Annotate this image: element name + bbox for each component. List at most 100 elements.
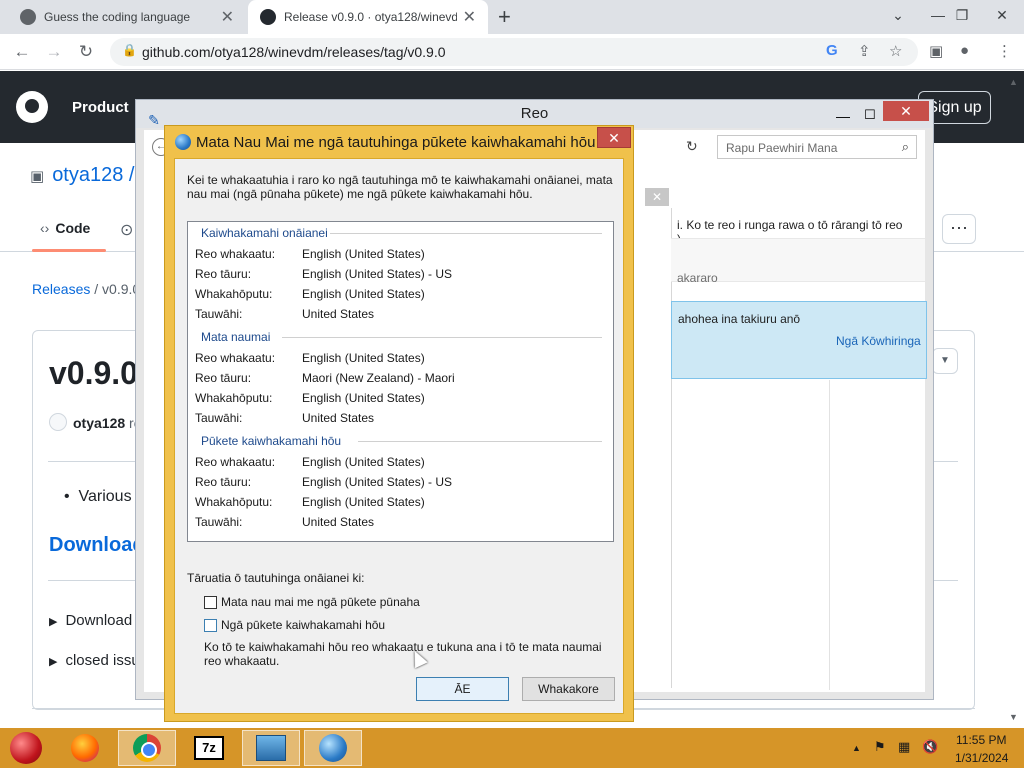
start-orb-icon[interactable] [10, 732, 42, 764]
firefox-icon [71, 734, 99, 762]
lock-icon[interactable]: 🔒 [122, 43, 137, 57]
release-title: v0.9.0 [49, 355, 138, 391]
back-arrow-icon[interactable]: ← [8, 38, 36, 66]
tab-winevdm-release[interactable]: Release v0.9.0 · otya128/winevdm ✕ [248, 0, 488, 34]
close-button[interactable]: ✕ [883, 101, 929, 121]
row-label: Reo whakaatu: [195, 247, 276, 261]
list-item[interactable]: ahohea ina takiuru anō Ngā Kōwhiringa [671, 301, 927, 379]
dialog-title: Mata Nau Mai me ngā tautuhinga pūkete ka… [196, 134, 596, 151]
cancel-button[interactable]: Whakakore [522, 677, 615, 701]
tab-guess-coding-language[interactable]: Guess the coding language ✕ [8, 0, 246, 34]
row-value: English (United States) [302, 247, 425, 261]
row-value: English (United States) [302, 287, 425, 301]
clock-date[interactable]: 1/31/2024 [955, 751, 1008, 765]
scrollbar-down-arrow-icon[interactable]: ▼ [1009, 712, 1018, 722]
row-value: United States [302, 515, 375, 529]
divider [358, 441, 602, 442]
new-tab-button[interactable]: + [498, 4, 511, 30]
row-value: English (United States) - US [302, 475, 453, 489]
copy-settings-label: Tāruatia ō tautuhinga onāianei ki: [187, 571, 365, 585]
address-bar[interactable]: 🔒 github.com/otya128/winevdm/releases/ta… [110, 38, 918, 66]
close-tab-icon[interactable]: ✕ [463, 7, 476, 27]
row-label: Reo tāuru: [195, 475, 252, 489]
issues-icon[interactable]: ⊙ [120, 220, 133, 240]
refresh-icon[interactable]: ↻ [686, 138, 698, 155]
avatar[interactable] [49, 413, 67, 431]
settings-summary-box: Kaiwhakamahi onāianei Reo whakaatu: Engl… [187, 221, 614, 542]
close-tab-icon[interactable]: ✕ [221, 7, 234, 27]
profile-avatar-icon[interactable]: ● [960, 42, 969, 59]
triangle-right-icon: ▶ [49, 656, 58, 668]
repo-title: ▣ otya128 / [30, 164, 134, 187]
repo-owner-link[interactable]: otya128 / [52, 164, 134, 186]
row-value: English (United States) [302, 351, 425, 365]
new-user-accounts-checkbox-label[interactable]: Ngā pūkete kaiwhakamahi hōu [221, 618, 385, 632]
search-icon[interactable]: ⌕ [902, 139, 909, 155]
close-button[interactable]: ✕ [597, 127, 631, 148]
release-options-dropdown[interactable]: ▼ [932, 348, 958, 374]
row-value: United States [302, 307, 375, 321]
github-logo-icon[interactable] [16, 91, 48, 123]
group-heading-current-user: Kaiwhakamahi onāianei [201, 226, 328, 240]
maximize-button[interactable]: ☐ [864, 101, 876, 129]
welcome-screen-checkbox-label[interactable]: Mata nau mai me ngā pūkete pūnaha [221, 595, 420, 609]
chrome-icon [133, 734, 161, 762]
breadcrumb: Releases / v0.9.0 [32, 281, 140, 297]
tray-chevron-up-icon[interactable]: ▲ [852, 743, 861, 753]
restore-button[interactable]: ❐ [942, 0, 982, 30]
action-center-flag-icon[interactable]: ⚑ [874, 739, 886, 755]
tab-code-label: Code [55, 220, 91, 236]
scrollbar-up-arrow-icon[interactable]: ▲ [1009, 77, 1018, 87]
browser-tab-strip: Guess the coding language ✕ Release v0.9… [0, 0, 1024, 34]
tab-search-button[interactable]: ⌄ [878, 0, 918, 30]
row-label: Whakahōputu: [195, 287, 273, 301]
globe-icon [20, 9, 36, 25]
closed-issues-toggle[interactable]: ▶ closed issu [49, 652, 140, 669]
network-icon[interactable]: ▦ [898, 739, 910, 755]
taskbar-7zip[interactable]: 7z [180, 730, 238, 766]
volume-muted-icon[interactable]: 🔇 [922, 739, 938, 755]
breadcrumb-releases[interactable]: Releases [32, 281, 90, 297]
close-window-button[interactable]: ✕ [982, 0, 1022, 30]
download-details-toggle[interactable]: ▶ Download [49, 612, 132, 629]
row-label: Reo whakaatu: [195, 455, 276, 469]
new-user-accounts-checkbox[interactable] [204, 619, 217, 632]
taskbar-control-panel[interactable] [242, 730, 300, 766]
row-label: Tauwāhi: [195, 307, 243, 321]
side-panel-icon[interactable]: ▣ [929, 42, 943, 60]
taskbar: 7z [0, 728, 1024, 768]
google-lens-icon[interactable]: G [826, 42, 838, 59]
nav-product[interactable]: Product [72, 99, 129, 116]
downloads-heading: Download [49, 534, 145, 556]
close-icon[interactable]: ✕ [645, 188, 669, 206]
minimize-button[interactable]: — [836, 102, 850, 130]
share-icon[interactable]: ⇪ [858, 42, 871, 60]
taskbar-firefox[interactable] [56, 730, 114, 766]
menu-kebab-icon[interactable]: ⋮ [997, 42, 1012, 60]
reload-icon[interactable]: ↻ [72, 38, 100, 66]
release-author[interactable]: otya128 re [73, 415, 142, 431]
ok-button[interactable]: ĀE [416, 677, 509, 701]
dialog-body: Kei te whakaatuhia i raro ko ngā tautuhi… [174, 158, 624, 714]
forward-arrow-icon[interactable]: → [40, 38, 68, 66]
regional-settings-icon [319, 734, 347, 762]
reo-window-titlebar[interactable]: ✎ Reo — ☐ ✕ [136, 100, 933, 128]
row-value: English (United States) [302, 391, 425, 405]
row-label: Reo whakaatu: [195, 351, 276, 365]
row-value: Maori (New Zealand) - Maori [302, 371, 455, 385]
search-input[interactable]: Rapu Paewhiri Mana ⌕ [717, 135, 917, 159]
row-value: English (United States) - US [302, 267, 453, 281]
taskbar-regional-settings[interactable] [304, 730, 362, 766]
row-label: Reo tāuru: [195, 371, 252, 385]
taskbar-chrome[interactable] [118, 730, 176, 766]
welcome-screen-checkbox[interactable] [204, 596, 217, 609]
divider [829, 380, 830, 690]
tab-code[interactable]: ‹› Code [40, 220, 90, 236]
more-tabs-button[interactable]: ··· [942, 214, 976, 244]
bookmark-star-icon[interactable]: ☆ [889, 42, 902, 60]
github-icon [260, 9, 276, 25]
tab-active-underline [32, 249, 106, 252]
dialog-titlebar[interactable]: Mata Nau Mai me ngā tautuhinga pūkete ka… [165, 126, 633, 156]
clock-time[interactable]: 11:55 PM [956, 733, 1006, 747]
options-link[interactable]: Ngā Kōwhiringa [836, 334, 921, 348]
